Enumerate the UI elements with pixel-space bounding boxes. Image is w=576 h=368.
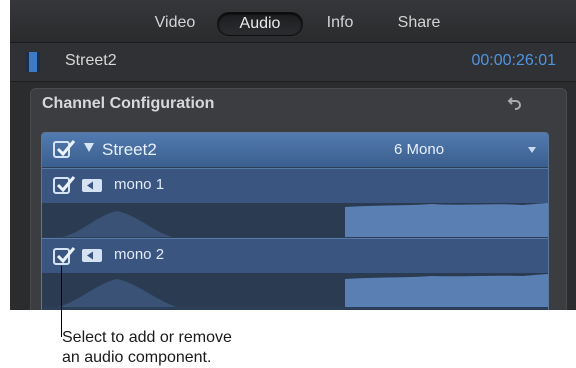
tab-bar: Video Audio Info Share — [10, 0, 576, 43]
reset-arrow-icon[interactable] — [507, 95, 523, 116]
clip-timecode: 00:00:26:01 — [471, 52, 556, 69]
channel-config-value[interactable]: 6 Mono — [394, 141, 444, 158]
component-checkbox[interactable] — [53, 247, 76, 265]
audio-component-group: Street2 6 Mono mono 1 mono 2 — [41, 132, 549, 310]
inspector-panel: Video Audio Info Share Street2 00:00:26:… — [10, 0, 576, 310]
component-row: mono 2 — [42, 238, 548, 273]
component-row: mono 1 — [42, 168, 548, 203]
group-name: Street2 — [102, 140, 157, 159]
callout-text: Select to add or remove an audio compone… — [62, 328, 232, 368]
channel-configuration-panel: Channel Configuration Street2 6 Mono mon… — [30, 88, 567, 310]
callout-line-1: Select to add or remove — [62, 329, 232, 346]
panel-title: Channel Configuration — [42, 95, 215, 112]
tab-share[interactable]: Share — [384, 12, 454, 34]
tab-audio[interactable]: Audio — [217, 12, 303, 36]
tab-info[interactable]: Info — [308, 12, 372, 34]
component-name: mono 2 — [114, 246, 165, 263]
tab-video[interactable]: Video — [133, 12, 217, 34]
group-checkbox[interactable] — [53, 140, 76, 158]
component-checkbox[interactable] — [53, 176, 76, 194]
chevron-down-icon[interactable] — [528, 147, 536, 153]
waveform-display — [42, 273, 548, 307]
clip-header: Street2 00:00:26:01 — [10, 43, 576, 82]
disclosure-triangle-icon[interactable] — [84, 143, 94, 152]
waveform-display — [42, 203, 548, 237]
speaker-icon — [82, 249, 102, 262]
clip-name: Street2 — [65, 52, 117, 69]
component-name: mono 1 — [114, 176, 165, 193]
callout-line-2: an audio component. — [62, 349, 212, 366]
speaker-icon — [82, 179, 102, 192]
group-header-row: Street2 6 Mono — [42, 133, 548, 167]
callout-line — [61, 266, 62, 337]
film-icon — [26, 52, 40, 72]
